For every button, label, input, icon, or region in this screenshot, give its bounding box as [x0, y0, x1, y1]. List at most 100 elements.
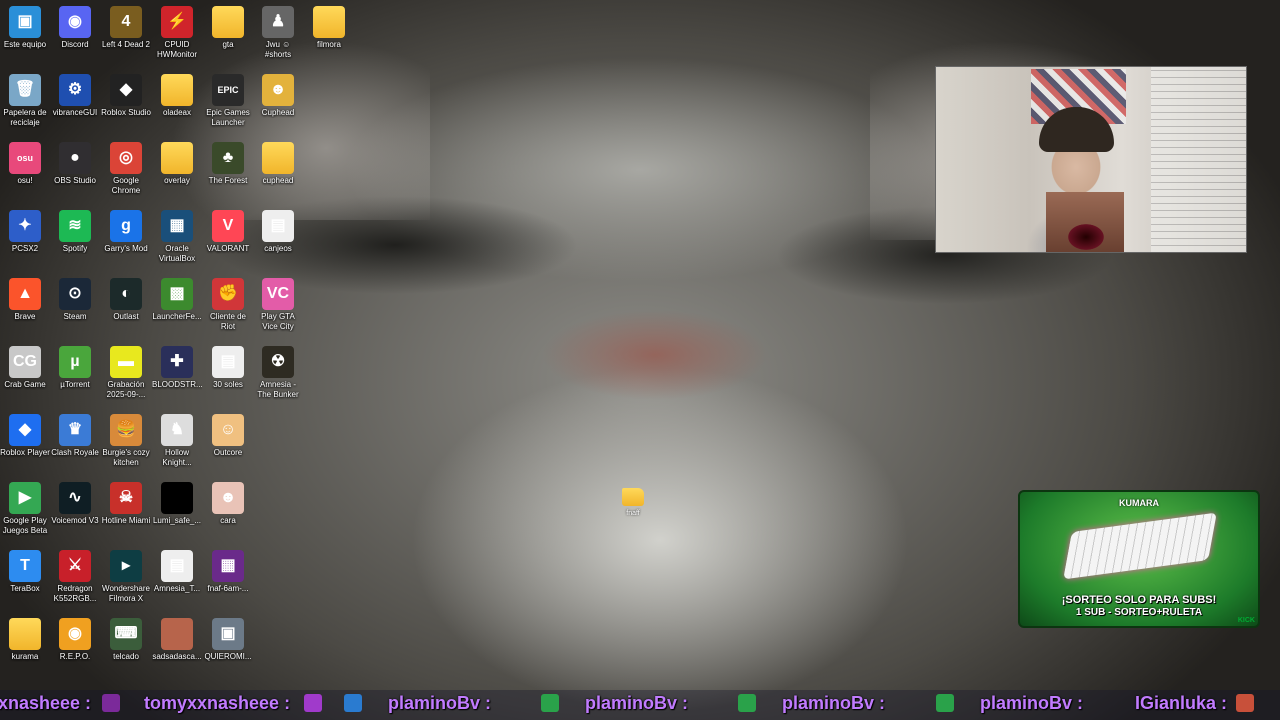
desktop-icon[interactable]: gta: [203, 6, 253, 50]
desktop-icon-label: sadsadasca...: [152, 652, 202, 661]
desktop-icon[interactable]: overlay: [152, 142, 202, 186]
desktop-icon-label: Burgie's cozy kitchen: [102, 448, 150, 467]
desktop-icon[interactable]: ☻ Cuphead: [253, 74, 303, 118]
desktop-icon-label: canjeos: [264, 244, 292, 253]
desktop-icon[interactable]: ☠ Hotline Miami: [101, 482, 151, 526]
desktop-icon[interactable]: µ µTorrent: [50, 346, 100, 390]
chat-message-username: plaminoBv :: [585, 693, 689, 713]
desktop-icon-label: telcado: [113, 652, 139, 661]
desktop-icon-label: R.E.P.O.: [59, 652, 91, 661]
desktop-icon-label: Amnesia_T...: [153, 584, 201, 593]
desktop-icon[interactable]: ▶ Google Play Juegos Beta: [0, 482, 50, 536]
desktop-icon[interactable]: ▣ Este equipo: [0, 6, 50, 50]
desktop-icon[interactable]: cuphead: [253, 142, 303, 186]
desktop-icon[interactable]: CG Crab Game: [0, 346, 50, 390]
desktop-icon[interactable]: ♞ Hollow Knight...: [152, 414, 202, 468]
desktop-icon[interactable]: ▦ fnaf-6am-...: [203, 550, 253, 594]
app-icon: ⌨: [110, 618, 142, 650]
desktop-icon-fnaff[interactable]: fnaff: [618, 488, 648, 528]
app-icon: ▤: [161, 550, 193, 582]
desktop-icon[interactable]: ⚡ CPUID HWMonitor: [152, 6, 202, 60]
desktop-icon[interactable]: kurama: [0, 618, 50, 662]
desktop-icon[interactable]: 🗑 Papelera de reciclaje: [0, 74, 50, 128]
chat-message-username: IGianluka :: [1135, 693, 1228, 713]
desktop-icon-label: Steam: [63, 312, 87, 321]
app-icon: ☠: [110, 482, 142, 514]
desktop-icon[interactable]: V VALORANT: [203, 210, 253, 254]
webcam-overlay: [935, 66, 1247, 253]
desktop-icon[interactable]: ≋ Spotify: [50, 210, 100, 254]
desktop-icon[interactable]: ● OBS Studio: [50, 142, 100, 186]
desktop-icon[interactable]: ◐ Outlast: [101, 278, 151, 322]
desktop-icon[interactable]: ♣ The Forest: [203, 142, 253, 186]
desktop-icon-label: Lumi_safe_...: [152, 516, 202, 525]
desktop-icon-label: vibranceGUI: [52, 108, 98, 117]
app-icon: ▬: [110, 346, 142, 378]
desktop-icon[interactable]: ⊙ Steam: [50, 278, 100, 322]
folder-icon: [262, 142, 294, 174]
app-icon: ▤: [212, 346, 244, 378]
app-icon: 🗑: [9, 74, 41, 106]
desktop-icon[interactable]: ▩ LauncherFe...: [152, 278, 202, 322]
desktop-icon[interactable]: ▣ QUIEROMI...: [203, 618, 253, 662]
desktop-icon[interactable]: ◆ Roblox Studio: [101, 74, 151, 118]
desktop-icon[interactable]: ☢ Amnesia - The Bunker: [253, 346, 303, 400]
desktop-icon[interactable]: ☻ cara: [203, 482, 253, 526]
desktop-icon[interactable]: ▦ Oracle VirtualBox: [152, 210, 202, 264]
desktop-icon[interactable]: ⚔ Redragon K552RGB...: [50, 550, 100, 604]
desktop-icon[interactable]: 4 Left 4 Dead 2: [101, 6, 151, 50]
desktop-icon[interactable]: ☺ Outcore: [203, 414, 253, 458]
desktop-icon[interactable]: oladeax: [152, 74, 202, 118]
desktop-icon-label: Garry's Mod: [104, 244, 148, 253]
desktop-icon[interactable]: ◎ Google Chrome: [101, 142, 151, 196]
desktop-icon[interactable]: ▤ 30 soles: [203, 346, 253, 390]
desktop-icon-label: QUIEROMI...: [204, 652, 252, 661]
desktop-icon-label: Este equipo: [3, 40, 47, 49]
desktop-icon[interactable]: T TeraBox: [0, 550, 50, 594]
desktop-icon-label: Voicemod V3: [51, 516, 99, 525]
desktop-icon[interactable]: osu osu!: [0, 142, 50, 186]
chat-emote-icon: [738, 694, 756, 712]
banner-brand: KUMARA: [1119, 498, 1159, 508]
desktop-icon[interactable]: ✦ PCSX2: [0, 210, 50, 254]
app-icon: CG: [9, 346, 41, 378]
desktop-icon[interactable]: ▤ canjeos: [253, 210, 303, 254]
desktop-icon-label: Google Chrome: [111, 176, 141, 195]
desktop-icon[interactable]: ▲ Brave: [0, 278, 50, 322]
desktop-icon-label: VALORANT: [206, 244, 250, 253]
desktop-icon[interactable]: ✚ BLOODSTR...: [152, 346, 202, 390]
desktop-icon-label: oladeax: [162, 108, 192, 117]
wallpaper-cat-ear-left: [170, 40, 430, 220]
desktop-icon[interactable]: filmora: [304, 6, 354, 50]
chat-message-username: plaminoBv :: [388, 693, 492, 713]
desktop-icon[interactable]: ▤ Amnesia_T...: [152, 550, 202, 594]
app-icon: ☢: [262, 346, 294, 378]
desktop-icon[interactable]: ▬ Grabación 2025-09-...: [101, 346, 151, 400]
desktop-icon[interactable]: ⚙ vibranceGUI: [50, 74, 100, 118]
chat-message-username: plaminoBv :: [782, 693, 886, 713]
desktop-icon[interactable]: sadsadasca...: [152, 618, 202, 662]
desktop-icon[interactable]: ✊ Cliente de Riot: [203, 278, 253, 332]
desktop-icon[interactable]: ◆ Roblox Player: [0, 414, 50, 458]
desktop-icon-label: µTorrent: [60, 380, 90, 389]
desktop-icon[interactable]: ▸ Wondershare Filmora X: [101, 550, 151, 604]
desktop-icon-label: cara: [220, 516, 236, 525]
desktop-icon[interactable]: ♟ Jwu ☺ #shorts: [253, 6, 303, 60]
desktop-icon[interactable]: VC Play GTA Vice City: [253, 278, 303, 332]
chat-emote-icon: [936, 694, 954, 712]
desktop-icon[interactable]: EPIC Epic Games Launcher: [203, 74, 253, 128]
desktop-icon-label: Grabación 2025-09-...: [106, 380, 146, 399]
desktop-icon-label: filmora: [316, 40, 341, 49]
chat-emote-icon: [541, 694, 559, 712]
webcam-reaction-face: [1046, 192, 1124, 252]
app-icon: ◐: [110, 278, 142, 310]
desktop-icon[interactable]: g Garry's Mod: [101, 210, 151, 254]
desktop-icon[interactable]: Lumi_safe_...: [152, 482, 202, 526]
desktop-icon[interactable]: ⌨ telcado: [101, 618, 151, 662]
desktop-icon[interactable]: 🍔 Burgie's cozy kitchen: [101, 414, 151, 468]
desktop-icon[interactable]: ♛ Clash Royale: [50, 414, 100, 458]
desktop-icon[interactable]: ◉ Discord: [50, 6, 100, 50]
desktop-icon[interactable]: ◉ R.E.P.O.: [50, 618, 100, 662]
desktop-icon[interactable]: ∿ Voicemod V3: [50, 482, 100, 526]
app-icon: ●: [59, 142, 91, 174]
